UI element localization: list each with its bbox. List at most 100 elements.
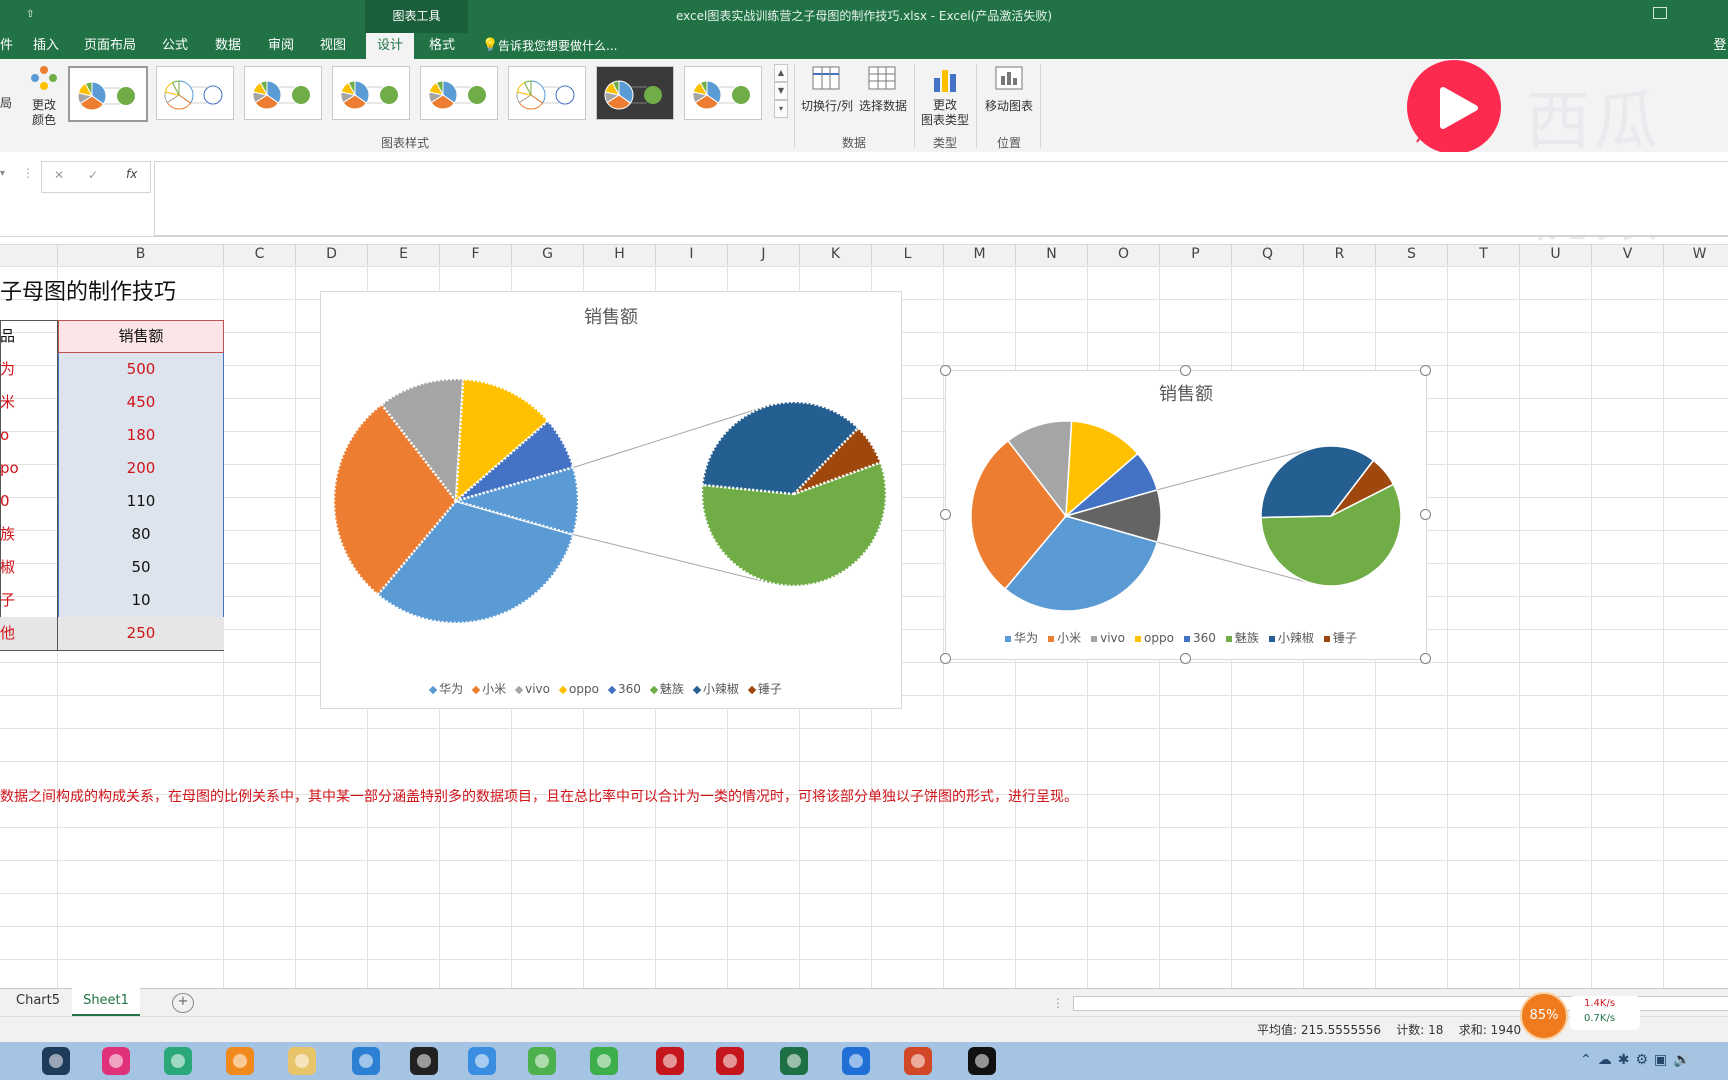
legend-entry[interactable]: oppo [1135, 631, 1174, 645]
column-header-a[interactable] [0, 244, 58, 265]
product-cell[interactable]: 0 [0, 485, 58, 518]
tab-format[interactable]: 格式 [424, 33, 460, 59]
formula-input[interactable] [154, 161, 1728, 236]
sales-value-cell[interactable]: 10 [58, 584, 224, 617]
chart-2-plot[interactable] [946, 371, 1426, 659]
column-header-l[interactable]: L [872, 244, 944, 265]
legend-entry[interactable]: 360 [1183, 631, 1216, 645]
quick-layout-button[interactable]: 局 [0, 96, 12, 111]
gallery-down-icon[interactable]: ▼ [774, 82, 788, 100]
product-cell[interactable]: o [0, 419, 58, 452]
sign-in-link[interactable]: 登 [1712, 33, 1728, 59]
sales-value-cell[interactable]: 80 [58, 518, 224, 551]
insert-function-icon[interactable]: fx [126, 167, 137, 181]
tab-file[interactable]: 件 [0, 33, 13, 59]
resize-handle[interactable] [1180, 365, 1191, 376]
legend-entry[interactable]: 锤子 [747, 680, 782, 697]
change-chart-type-button[interactable]: 更改 图表类型 [918, 98, 972, 128]
tab-formulas[interactable]: 公式 [158, 33, 192, 59]
chart-1-legend[interactable]: 华为 小米 vivo oppo 360 魅族 小辣椒 锤子 [321, 680, 901, 697]
refresh-app-icon[interactable] [522, 1044, 562, 1078]
add-sheet-icon[interactable]: + [172, 993, 194, 1013]
chart-style-thumbnail[interactable] [684, 66, 762, 120]
enter-icon[interactable]: ✓ [88, 168, 98, 182]
column-header-q[interactable]: Q [1232, 244, 1304, 265]
legend-entry[interactable]: 小辣椒 [692, 680, 739, 697]
chart-style-thumbnail[interactable] [156, 66, 234, 120]
gallery-more-icon[interactable]: ▾ [774, 100, 788, 118]
sales-value-cell[interactable]: 500 [58, 353, 224, 386]
network-app-icon[interactable] [462, 1044, 502, 1078]
legend-entry[interactable]: oppo [558, 682, 599, 696]
sales-value-cell[interactable]: 50 [58, 551, 224, 584]
powerpoint-app-icon[interactable] [898, 1044, 938, 1078]
product-cell[interactable]: 椒 [0, 551, 58, 584]
product-cell[interactable]: 子 [0, 584, 58, 617]
legend-entry[interactable]: vivo [1091, 631, 1125, 645]
gallery-up-icon[interactable]: ▲ [774, 64, 788, 82]
column-header-f[interactable]: F [440, 244, 512, 265]
column-header-w[interactable]: W [1664, 244, 1728, 265]
chart-style-thumbnail[interactable] [332, 66, 410, 120]
system-tray-icons[interactable]: ⌃☁✱⚙▣🔊 [1580, 1052, 1697, 1068]
resize-handle[interactable] [1420, 653, 1431, 664]
tell-me-search[interactable]: 告诉我您想要做什么... [498, 33, 628, 59]
legend-entry[interactable]: 360 [607, 682, 641, 696]
legend-entry[interactable]: 魅族 [1225, 629, 1259, 646]
chart-style-thumbnail[interactable] [420, 66, 498, 120]
column-header-v[interactable]: V [1592, 244, 1664, 265]
product-cell[interactable]: 族 [0, 518, 58, 551]
name-box-dropdown-icon[interactable]: ▾ [0, 168, 10, 179]
column-header-m[interactable]: M [944, 244, 1016, 265]
legend-entry[interactable]: 小辣椒 [1268, 629, 1314, 646]
product-cell[interactable]: 为 [0, 353, 58, 386]
column-header-c[interactable]: C [224, 244, 296, 265]
sales-value-cell[interactable]: 110 [58, 485, 224, 518]
chart-style-thumbnail[interactable] [508, 66, 586, 120]
excel-app-icon[interactable] [774, 1044, 814, 1078]
record-app-icon[interactable] [962, 1044, 1002, 1078]
chart-style-thumbnail[interactable] [244, 66, 322, 120]
product-cell[interactable]: 米 [0, 386, 58, 419]
tab-insert[interactable]: 插入 [26, 33, 66, 59]
file-explorer-icon[interactable] [282, 1044, 322, 1078]
chart-style-thumbnail[interactable] [596, 66, 674, 120]
tab-design[interactable]: 设计 [366, 33, 414, 59]
browser-app-icon[interactable] [220, 1044, 260, 1078]
column-header-b[interactable]: B [58, 244, 224, 265]
sales-value-cell[interactable]: 450 [58, 386, 224, 419]
cancel-icon[interactable]: ✕ [54, 168, 64, 182]
header-sales-cell[interactable]: 销售额 [58, 320, 224, 353]
resize-handle[interactable] [1420, 365, 1431, 376]
column-header-g[interactable]: G [512, 244, 584, 265]
download-app-icon[interactable] [584, 1044, 624, 1078]
column-header-e[interactable]: E [368, 244, 440, 265]
select-data-button[interactable]: 选择数据 [856, 99, 910, 114]
legend-entry[interactable]: 魅族 [649, 680, 684, 697]
legend-entry[interactable]: vivo [514, 682, 550, 696]
resize-handle[interactable] [940, 509, 951, 520]
solidworks-2016-icon[interactable] [650, 1044, 690, 1078]
sales-value-cell[interactable]: 180 [58, 419, 224, 452]
column-header-r[interactable]: R [1304, 244, 1376, 265]
tab-review[interactable]: 审阅 [264, 33, 298, 59]
camera-app-icon[interactable] [36, 1044, 76, 1078]
tab-page-layout[interactable]: 页面布局 [80, 33, 140, 59]
tab-view[interactable]: 视图 [316, 33, 350, 59]
column-header-t[interactable]: T [1448, 244, 1520, 265]
tab-split-handle-icon[interactable]: ⋮ [1052, 996, 1064, 1010]
chart-2-legend[interactable]: 华为 小米 vivo oppo 360 魅族 小辣椒 锤子 [946, 629, 1426, 646]
column-header-n[interactable]: N [1016, 244, 1088, 265]
chart-style-thumbnail[interactable] [68, 66, 148, 122]
legend-entry[interactable]: 华为 [428, 680, 463, 697]
chart-1[interactable]: 销售额 华为 小米 vivo oppo 360 魅族 小辣椒 锤子 [320, 291, 902, 709]
legend-entry[interactable]: 小米 [471, 680, 506, 697]
sales-value-cell[interactable]: 200 [58, 452, 224, 485]
column-header-d[interactable]: D [296, 244, 368, 265]
column-header-h[interactable]: H [584, 244, 656, 265]
bluetooth-app-icon[interactable] [836, 1044, 876, 1078]
column-header-o[interactable]: O [1088, 244, 1160, 265]
legend-entry[interactable]: 华为 [1005, 629, 1038, 646]
atom-app-icon[interactable] [158, 1044, 198, 1078]
sales-value-cell[interactable]: 250 [58, 617, 224, 650]
